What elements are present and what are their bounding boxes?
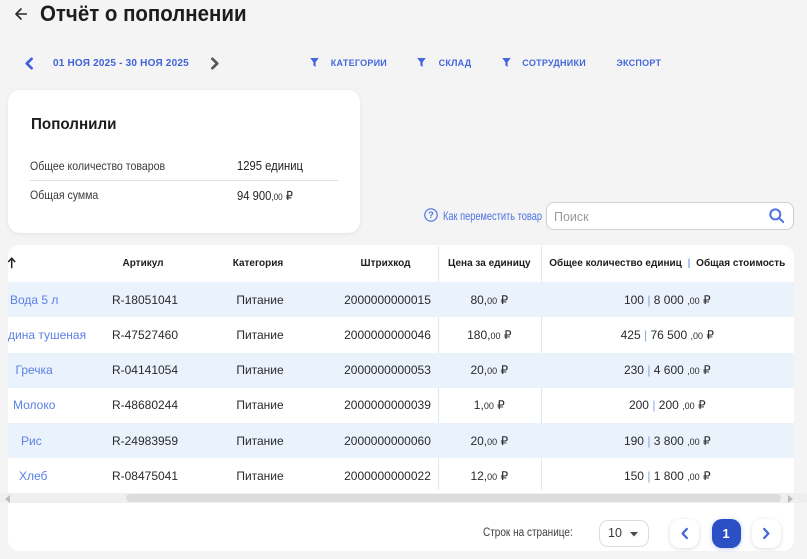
svg-text:?: ? — [428, 210, 434, 220]
